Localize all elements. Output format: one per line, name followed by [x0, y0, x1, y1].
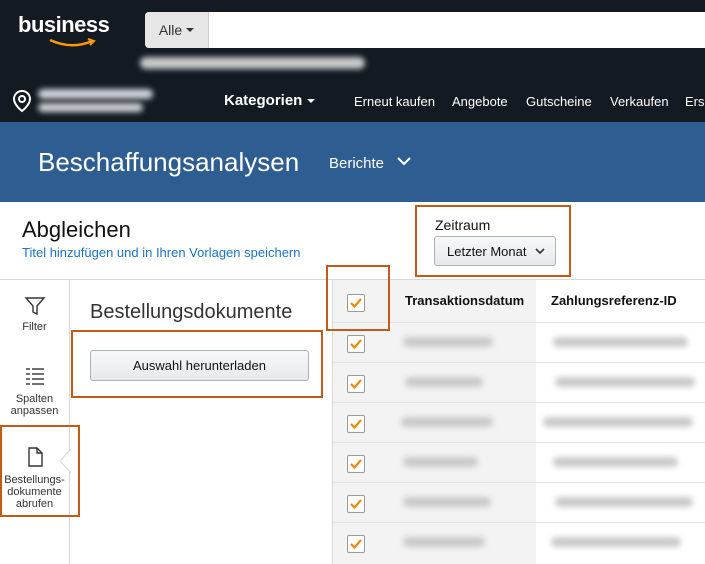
row-divider — [333, 402, 705, 403]
row-checkbox[interactable] — [347, 455, 365, 473]
filter-icon — [23, 297, 46, 316]
highlight-order-documents — [0, 425, 80, 517]
caret-down-icon — [307, 99, 316, 104]
nav-categories[interactable]: Kategorien — [224, 92, 316, 109]
redacted-ref — [551, 537, 681, 547]
search-category-dropdown[interactable]: Alle — [145, 12, 209, 48]
rail-filter[interactable]: Filter — [0, 295, 69, 333]
nav-categories-label: Kategorien — [224, 92, 303, 109]
redacted-delivery-text — [140, 57, 365, 69]
nav-vouchers[interactable]: Gutscheine — [526, 94, 592, 109]
redacted-ref — [543, 417, 693, 427]
redacted-date — [403, 457, 478, 467]
row-divider — [333, 362, 705, 363]
panel-title: Bestellungsdokumente — [90, 301, 293, 323]
row-checkbox[interactable] — [347, 535, 365, 553]
redacted-date — [403, 337, 493, 347]
row-checkbox[interactable] — [347, 495, 365, 513]
save-template-link[interactable]: Titel hinzufügen und in Ihren Vorlagen s… — [22, 245, 300, 260]
highlight-download — [71, 330, 323, 398]
checkmark-icon — [350, 539, 362, 550]
row-divider — [333, 482, 705, 483]
header-date[interactable]: Transaktionsdatum — [405, 293, 524, 308]
redacted-address — [38, 89, 153, 99]
nav-rebuy[interactable]: Erneut kaufen — [354, 94, 435, 109]
checkmark-icon — [350, 499, 362, 510]
redacted-ref — [555, 497, 693, 507]
checkmark-icon — [350, 419, 362, 430]
row-divider — [333, 442, 705, 443]
row-checkbox[interactable] — [347, 375, 365, 393]
chevron-down-icon[interactable] — [396, 154, 412, 168]
highlight-period — [415, 205, 571, 277]
redacted-date — [401, 417, 493, 427]
redacted-ref — [553, 337, 688, 347]
header-ref[interactable]: Zahlungsreferenz-ID — [551, 293, 677, 308]
report-title: Abgleichen — [22, 217, 131, 242]
redacted-date — [405, 377, 483, 387]
highlight-select-all — [326, 265, 390, 331]
columns-icon — [25, 368, 44, 385]
checkmark-icon — [350, 339, 362, 350]
row-checkbox[interactable] — [347, 335, 365, 353]
redacted-date — [403, 537, 485, 547]
divider — [69, 280, 70, 564]
checkmark-icon — [350, 459, 362, 470]
business-logo[interactable]: business — [18, 12, 110, 38]
rail-filter-label: Filter — [22, 321, 47, 333]
row-checkbox[interactable] — [347, 415, 365, 433]
redacted-address-2 — [38, 103, 143, 112]
redacted-ref — [555, 377, 695, 387]
page-title: Beschaffungsanalysen — [38, 147, 300, 177]
search-input[interactable]: Alle — [145, 12, 705, 48]
reports-menu[interactable]: Berichte — [329, 155, 384, 172]
checkmark-icon — [350, 379, 362, 390]
nav-deals[interactable]: Angebote — [452, 94, 508, 109]
rail-columns-label-1: Spalten — [15, 393, 54, 405]
redacted-date — [403, 497, 491, 507]
nav-sell[interactable]: Verkaufen — [610, 94, 669, 109]
search-category-label: Alle — [158, 22, 183, 38]
redacted-ref — [553, 457, 678, 467]
rail-columns[interactable]: Spalten anpassen — [0, 365, 69, 417]
row-divider — [333, 522, 705, 523]
rail-columns-label-2: anpassen — [10, 405, 59, 417]
caret-down-icon — [186, 28, 195, 32]
rail-columns-label: Spalten anpassen — [0, 393, 69, 417]
location-pin-icon[interactable] — [11, 89, 33, 113]
smile-icon — [49, 38, 96, 47]
nav-truncated[interactable]: Ers — [685, 94, 705, 109]
